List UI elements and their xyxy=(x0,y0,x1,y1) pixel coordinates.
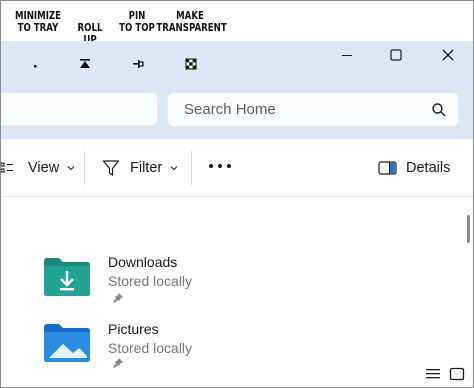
details-button[interactable]: Details xyxy=(378,153,450,183)
search-icon[interactable] xyxy=(431,102,447,118)
annotation-strip: MINIMIZE TO TRAY ROLL UP PIN TO TOP MAKE… xyxy=(1,1,473,46)
annotation-pin-to-top: PIN TO TOP xyxy=(119,10,155,34)
pin-icon xyxy=(113,293,123,303)
item-name: Pictures xyxy=(108,321,159,337)
pin-to-top-button[interactable] xyxy=(131,57,145,71)
details-view-icon[interactable] xyxy=(425,367,441,381)
item-name: Downloads xyxy=(108,254,178,270)
pin-icon xyxy=(133,60,144,68)
maximize-icon xyxy=(390,49,402,61)
command-separator xyxy=(191,151,192,185)
item-status: Stored locally xyxy=(108,340,193,356)
annotation-make-transparent: MAKE TRANSPARENT xyxy=(156,10,227,34)
more-options-button[interactable] xyxy=(209,164,231,170)
minimize-button[interactable] xyxy=(332,45,362,65)
pin-icon xyxy=(113,358,123,368)
maximize-button[interactable] xyxy=(381,45,411,65)
minimize-icon xyxy=(342,55,352,56)
chevron-down-icon xyxy=(67,166,75,171)
search-box[interactable]: Search Home xyxy=(167,92,459,127)
close-button[interactable] xyxy=(433,45,463,65)
view-icon xyxy=(1,162,13,173)
filter-label: Filter xyxy=(130,160,163,176)
item-status: Stored locally xyxy=(108,273,193,289)
view-button[interactable]: View xyxy=(1,153,75,183)
details-label: Details xyxy=(406,160,451,176)
minimize-to-tray-icon xyxy=(34,65,37,68)
pictures-folder-icon xyxy=(44,324,90,362)
roll-up-button[interactable] xyxy=(78,57,92,71)
downloads-folder-icon xyxy=(44,258,90,296)
minimize-to-tray-button[interactable] xyxy=(28,57,42,71)
filter-button[interactable]: Filter xyxy=(102,153,178,183)
address-bar[interactable] xyxy=(1,92,158,126)
chevron-down-icon xyxy=(170,166,178,171)
view-label: View xyxy=(28,160,60,176)
make-transparent-button[interactable] xyxy=(184,57,198,71)
close-icon xyxy=(442,49,454,61)
roll-up-icon xyxy=(80,59,90,68)
annotation-minimize-to-tray: MINIMIZE TO TRAY xyxy=(14,10,62,34)
explorer-window: MINIMIZE TO TRAY ROLL UP PIN TO TOP MAKE… xyxy=(0,0,474,388)
large-icons-view-icon[interactable] xyxy=(449,367,465,381)
search-input[interactable]: Search Home xyxy=(184,101,276,118)
vertical-scrollbar[interactable] xyxy=(467,215,470,243)
details-pane-icon xyxy=(378,161,397,175)
checkerboard-icon xyxy=(185,58,197,70)
command-separator xyxy=(84,151,85,185)
filter-icon xyxy=(102,160,120,176)
